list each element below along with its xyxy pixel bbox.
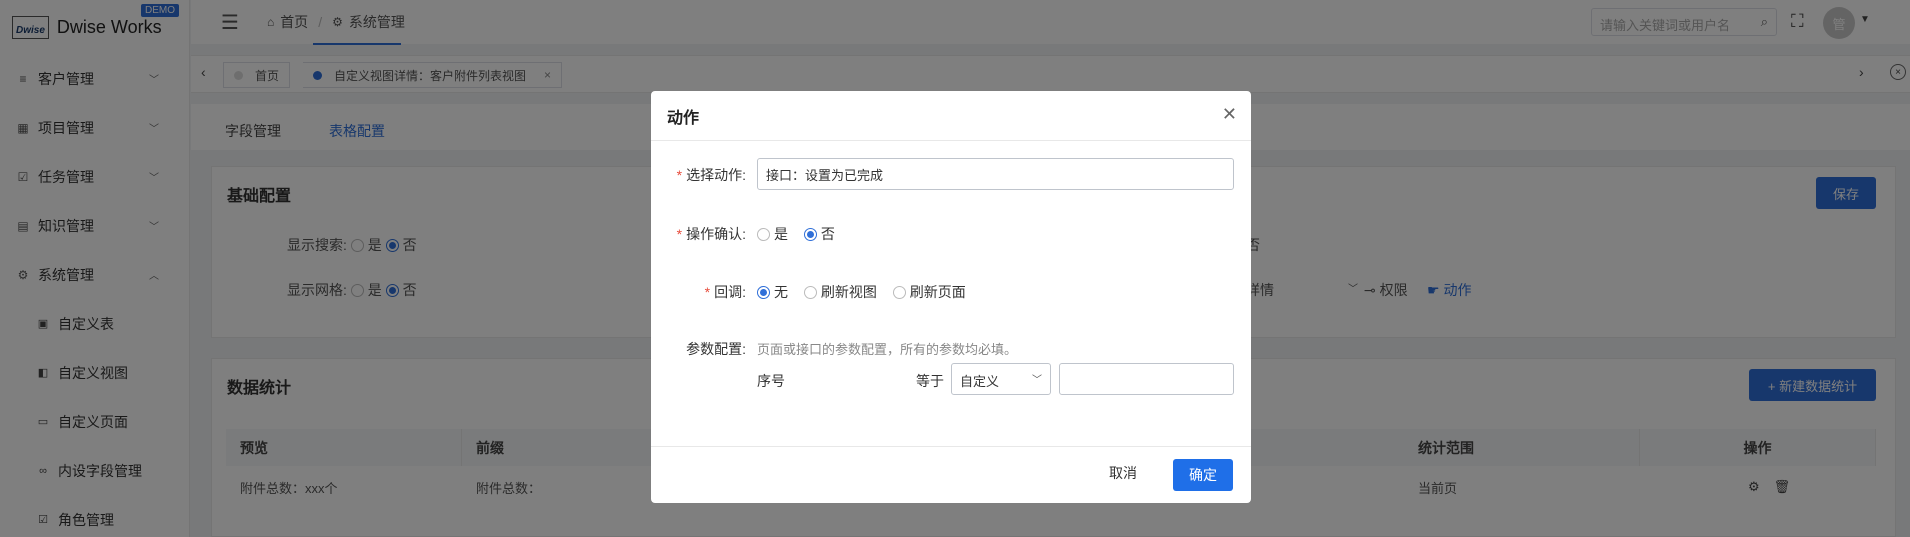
confirm-radio-group: 是 否 — [757, 224, 847, 244]
action-dialog: 动作 ✕ * 选择动作: 接口：设置为已完成 * 操作确认: 是 否 * 回调: 无 … — [651, 91, 1251, 503]
callback-refresh-view-radio[interactable] — [803, 286, 817, 299]
params-label: 参数配置: — [686, 341, 746, 357]
param-name: 序号 — [757, 373, 785, 389]
close-icon[interactable]: ✕ — [1222, 104, 1237, 125]
dialog-title: 动作 — [667, 109, 700, 127]
callback-label: * 回调: — [704, 284, 746, 300]
select-action-label: * 选择动作: — [676, 167, 746, 183]
dialog-header: 动作 ✕ — [651, 91, 1251, 141]
confirm-yes-radio[interactable] — [757, 228, 770, 241]
confirm-button[interactable]: 确定 — [1173, 459, 1233, 491]
param-type-select[interactable]: 自定义 ﹀ — [951, 363, 1051, 395]
param-operator: 等于 — [916, 373, 944, 389]
param-value-input[interactable] — [1059, 363, 1234, 395]
dialog-footer: 取消 确定 — [651, 446, 1251, 503]
confirm-no-radio[interactable] — [803, 228, 817, 241]
callback-none-radio[interactable] — [757, 286, 770, 299]
chevron-down-icon: ﹀ — [1032, 375, 1042, 386]
callback-radio-group: 无 刷新视图 刷新页面 — [757, 282, 978, 302]
callback-refresh-page-radio[interactable] — [892, 286, 906, 299]
cancel-button[interactable]: 取消 — [1109, 463, 1137, 483]
confirm-label: * 操作确认: — [676, 226, 746, 242]
select-action-input[interactable]: 接口：设置为已完成 — [757, 158, 1234, 190]
params-hint: 页面或接口的参数配置，所有的参数均必填。 — [757, 342, 1018, 357]
